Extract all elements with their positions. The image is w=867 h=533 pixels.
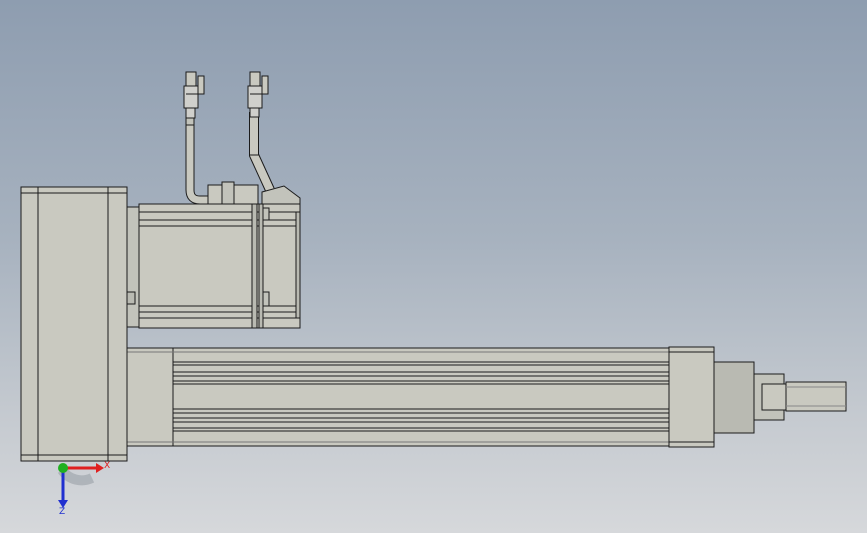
- triad-z-label: Z: [59, 507, 66, 517]
- encoder-connector-plug[interactable]: [183, 85, 199, 109]
- model-canvas[interactable]: [0, 0, 867, 533]
- servo-motor[interactable]: [138, 203, 301, 329]
- reference-triad: [57, 463, 104, 508]
- end-block[interactable]: [668, 346, 715, 448]
- push-rod[interactable]: [785, 381, 847, 412]
- encoder-cable[interactable]: [183, 71, 259, 205]
- y-axis-arrow: [58, 463, 68, 473]
- rod-collar[interactable]: [713, 361, 787, 434]
- triad-x-label: X: [104, 461, 111, 471]
- graphics-viewport[interactable]: X Z: [0, 0, 867, 533]
- actuator-tube[interactable]: [126, 347, 671, 447]
- power-connector-plug[interactable]: [247, 85, 263, 109]
- power-cable[interactable]: [247, 71, 301, 205]
- gear-housing[interactable]: [20, 186, 140, 462]
